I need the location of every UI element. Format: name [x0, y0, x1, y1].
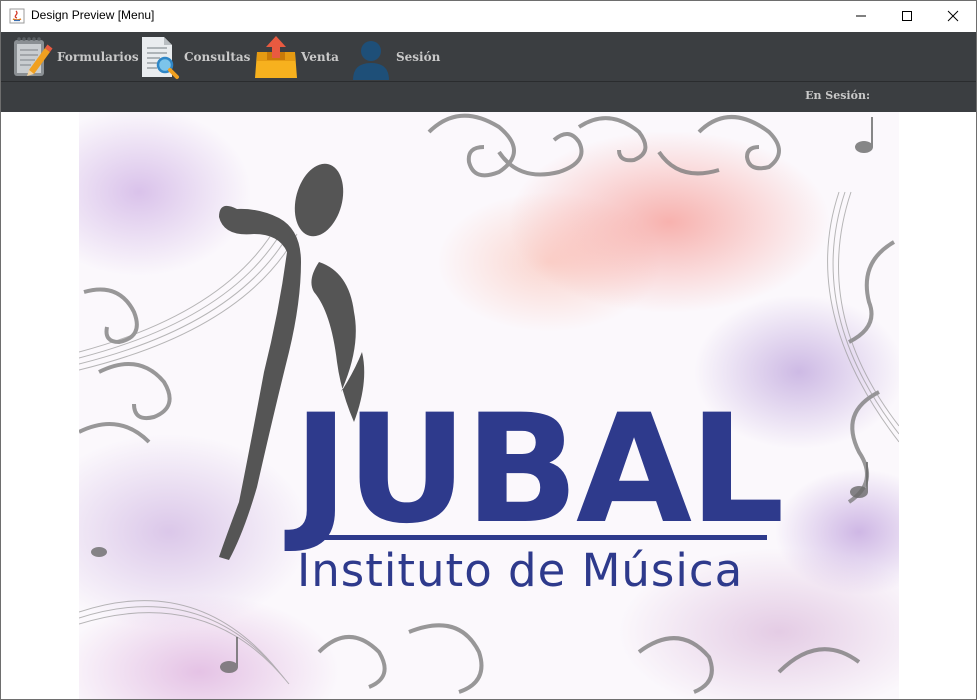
user-icon — [353, 40, 389, 80]
menu-venta[interactable]: Venta — [255, 32, 339, 81]
menu-label: Formularios — [57, 49, 139, 64]
logo-subtitle: Instituto de Música — [297, 544, 744, 597]
close-icon — [947, 10, 959, 22]
jubal-banner-image: JUBAL Instituto de Música — [79, 112, 899, 699]
app-window: Design Preview [Menu] Formularios Consul… — [0, 0, 977, 700]
minimize-icon — [856, 15, 866, 17]
close-button[interactable] — [930, 1, 976, 31]
session-bar: En Sesión: — [1, 81, 976, 112]
title-bar[interactable]: Design Preview [Menu] — [1, 1, 976, 31]
logo-title: JUBAL — [293, 383, 785, 557]
menu-formularios[interactable]: Formularios — [11, 32, 139, 81]
document-search-icon — [142, 36, 179, 79]
menu-label: Venta — [301, 49, 339, 64]
session-label: En Sesión: — [805, 89, 870, 102]
menu-sesion[interactable]: Sesión — [350, 32, 440, 81]
minimize-button[interactable] — [838, 1, 884, 31]
logo-divider — [295, 535, 767, 540]
menu-label: Consultas — [184, 49, 251, 64]
menu-toolbar: Formularios Consultas Venta Sesión — [1, 32, 976, 81]
menu-consultas[interactable]: Consultas — [138, 32, 250, 81]
notepad-pencil-icon — [14, 36, 53, 76]
window-title: Design Preview [Menu] — [31, 8, 155, 22]
menu-label: Sesión — [396, 49, 441, 64]
box-upload-icon — [255, 35, 297, 78]
maximize-button[interactable] — [884, 1, 930, 31]
maximize-icon — [902, 11, 912, 21]
java-app-icon — [9, 8, 25, 24]
